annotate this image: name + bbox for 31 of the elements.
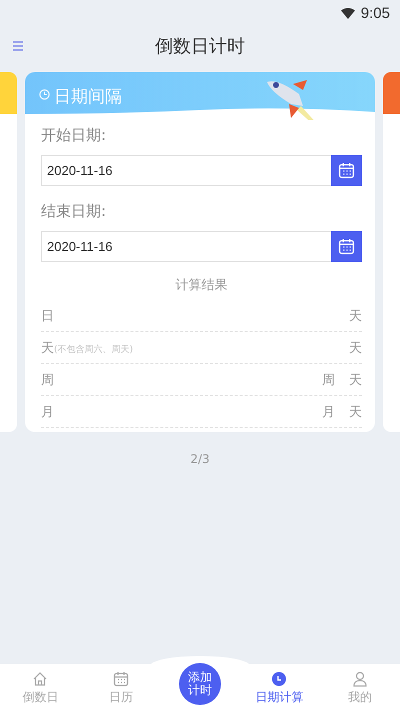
result-title: 计算结果 bbox=[176, 277, 228, 294]
result-unit: 天 bbox=[349, 372, 362, 388]
result-unit: 天 bbox=[349, 308, 362, 324]
page-indicator: 2/3 bbox=[190, 452, 210, 466]
result-label: 周 bbox=[41, 372, 55, 388]
result-unit: 天 bbox=[349, 404, 362, 420]
wifi-icon bbox=[340, 8, 355, 18]
result-unit: 天 bbox=[349, 340, 362, 356]
page-title: 倒数日计时 bbox=[155, 35, 245, 58]
clock-icon bbox=[39, 88, 50, 100]
clock-icon bbox=[271, 670, 288, 686]
field-label: 结束日期: bbox=[41, 202, 108, 221]
user-icon bbox=[352, 670, 368, 686]
date-field[interactable]: 2020-11-16 bbox=[41, 155, 331, 186]
calendar-button[interactable] bbox=[331, 231, 362, 262]
nav-tab[interactable]: 日期计算 bbox=[239, 664, 320, 712]
result-unit: 周 bbox=[322, 372, 335, 388]
date-field[interactable]: 2020-11-16 bbox=[41, 231, 331, 262]
calendar-button[interactable] bbox=[331, 155, 362, 186]
result-unit: 月 bbox=[322, 404, 335, 420]
result-label: 月 bbox=[41, 404, 55, 420]
calendar-icon bbox=[338, 162, 355, 179]
card-title: 日期间隔 bbox=[54, 86, 122, 108]
result-label: 日 bbox=[41, 308, 55, 324]
result-label: 天(不包含周六、周天) bbox=[41, 340, 134, 356]
add-timer-button[interactable]: 添加计时 bbox=[179, 663, 221, 705]
field-label: 开始日期: bbox=[41, 126, 108, 145]
calendar-icon bbox=[112, 670, 129, 686]
calendar-icon bbox=[338, 238, 355, 255]
home-icon bbox=[32, 670, 48, 686]
status-time: 9:05 bbox=[360, 4, 390, 22]
